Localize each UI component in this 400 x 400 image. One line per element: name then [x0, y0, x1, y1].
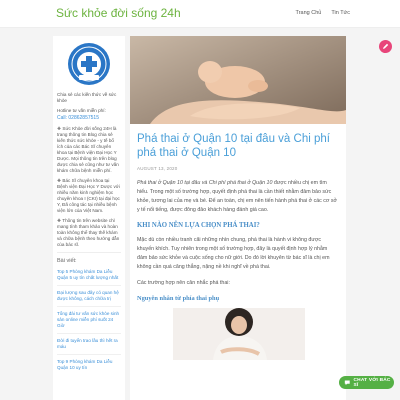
- chat-label: CHAT VỚI BÁC SĨ: [353, 377, 391, 388]
- section-heading: KHI NÀO NÊN LỰA CHỌN PHÁ THAI?: [137, 222, 260, 229]
- call-number[interactable]: Call: 02862857515: [57, 115, 121, 121]
- edit-fab-button[interactable]: [379, 40, 392, 53]
- post-intro: Phá thai ở Quận 10 tại đâu và Chi phí ph…: [137, 179, 339, 215]
- nav-news[interactable]: Tin Tức: [331, 10, 350, 16]
- sidebar: Chia sẻ các kiến thức về sức khỏe Hotlin…: [53, 36, 125, 400]
- site-title[interactable]: Sức khỏe đời sống 24h: [56, 6, 181, 20]
- divider: [57, 306, 121, 307]
- site-header: Sức khỏe đời sống 24h Trang Chủ Tin Tức: [0, 0, 400, 28]
- hotline-label: Hotline tư vấn miễn phí:: [57, 108, 106, 113]
- divider: [57, 354, 121, 355]
- main-nav: Trang Chủ Tin Tức: [296, 10, 350, 16]
- pencil-icon: [383, 43, 389, 49]
- sidebar-bullet: ❖ Thông tin trên website chỉ mang tính t…: [57, 218, 120, 247]
- article: Phá thai ở Quận 10 tại đâu và Chi phí ph…: [130, 36, 346, 400]
- post-intro-italic: Phá thai ở Quận 10 tại đâu và Chi phí ph…: [137, 180, 273, 186]
- sidebar-intro: Chia sẻ các kiến thức về sức khỏe: [57, 92, 117, 103]
- post-paragraph: Mặc dù còn nhiều tranh cãi những nhìn ch…: [137, 237, 330, 270]
- sidebar-bullet: ❖ Sức Khỏe đời sống 24H là trang thông t…: [57, 126, 119, 173]
- post-paragraph: Các trường hợp nên cân nhắc phá thai:: [137, 280, 230, 286]
- chat-with-doctor-button[interactable]: CHAT VỚI BÁC SĨ: [339, 376, 394, 389]
- subsection-heading: Nguyên nhân từ phía thai phụ: [137, 295, 220, 302]
- featured-image: [130, 36, 346, 124]
- article-photo: [173, 308, 305, 360]
- sidebar-post-link[interactable]: Top 9 Phòng khám Da Liễu Quận 10 uy tín: [57, 359, 121, 371]
- sidebar-post-link[interactable]: Tổng đài tư vấn sức khỏe sinh sản online…: [57, 311, 121, 329]
- divider: [57, 333, 121, 334]
- nav-home[interactable]: Trang Chủ: [296, 10, 322, 16]
- sidebar-post-link[interactable]: Top 5 Phòng khám Da Liễu Quận 5 uy tín c…: [57, 269, 121, 281]
- sidebar-bullet: ❖ Bác Sĩ chuyên khoa tại Bệnh viện Đại H…: [57, 178, 120, 213]
- sidebar-post-link[interactable]: Đời đi tuyển trao lầu thì hết ra máu: [57, 338, 121, 350]
- sidebar-post-link[interactable]: Đại lượng sau đây có quan hệ được không,…: [57, 290, 121, 302]
- post-title: Phá thai ở Quận 10 tại đâu và Chi phí ph…: [137, 133, 330, 159]
- hospital-logo: [68, 43, 110, 85]
- chat-bubble-icon: [344, 380, 350, 385]
- post-date: AUGUST 13, 2020: [137, 166, 178, 171]
- posts-heading: Bài viết:: [57, 258, 77, 264]
- divider: [57, 252, 121, 253]
- divider: [57, 285, 121, 286]
